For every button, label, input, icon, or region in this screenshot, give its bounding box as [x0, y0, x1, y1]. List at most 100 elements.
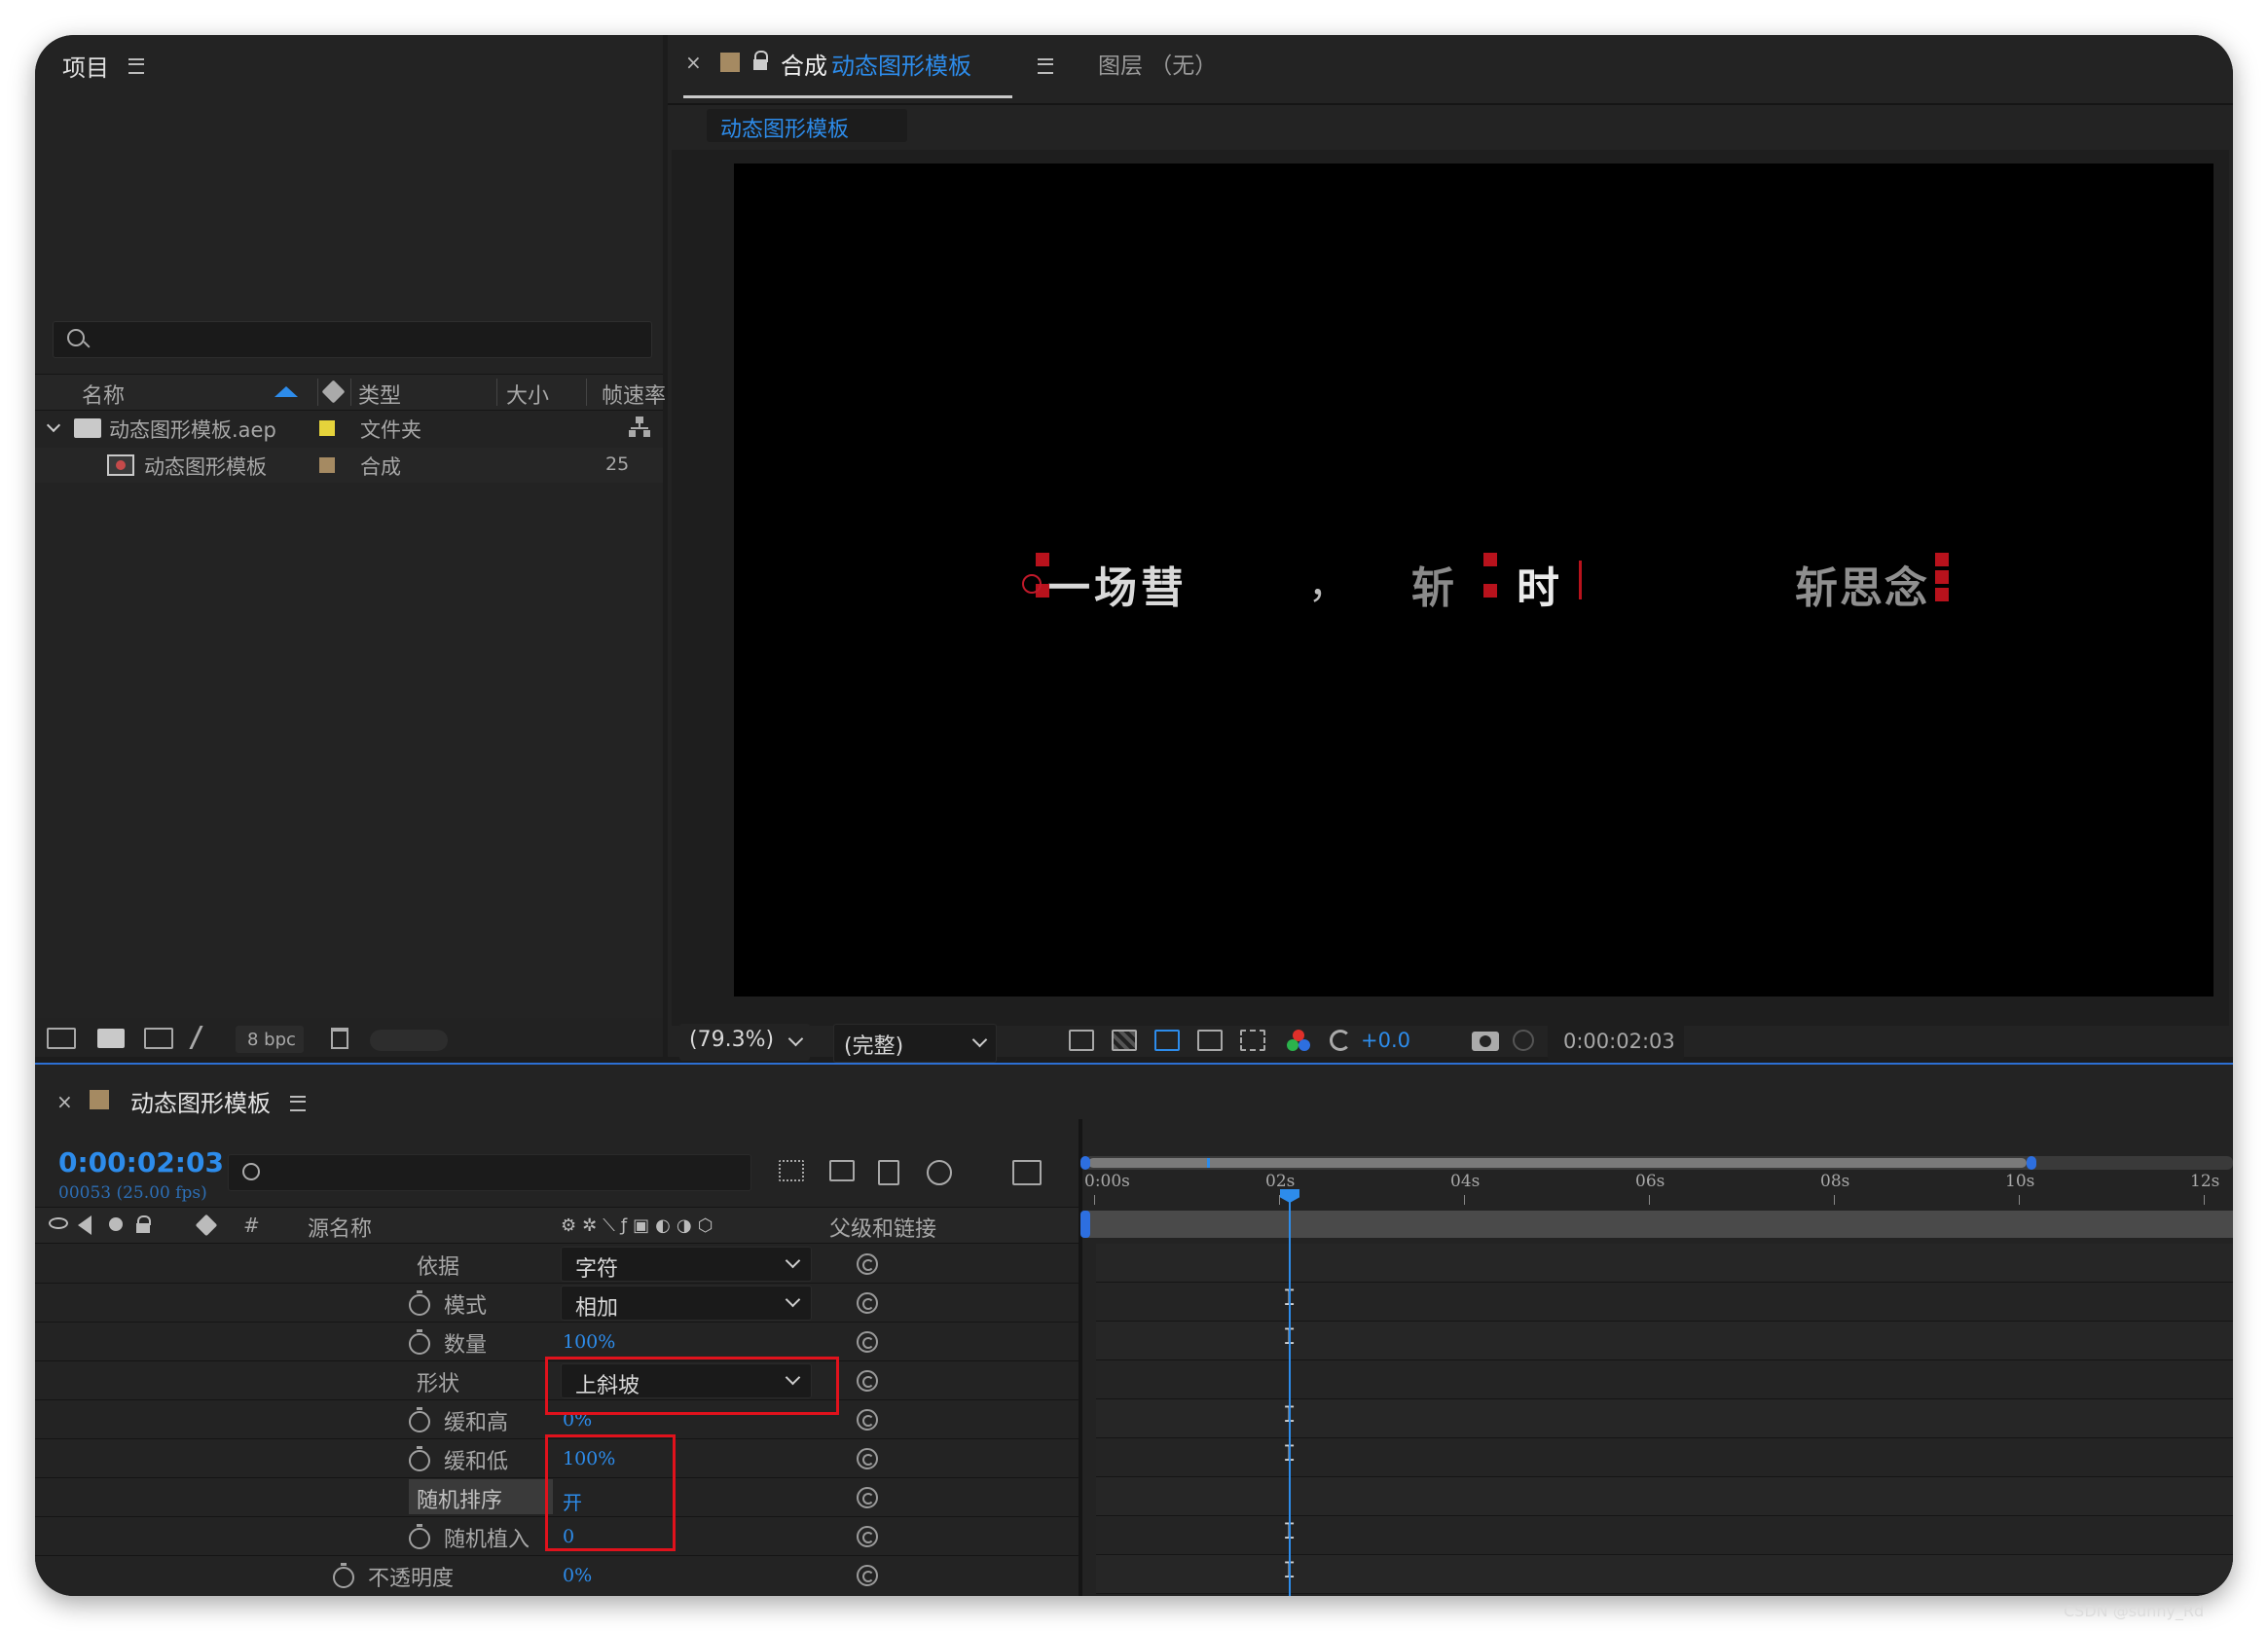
layer-tab[interactable]: 图层 （无）: [1098, 47, 1217, 80]
timeline-title[interactable]: 动态图形模板: [130, 1084, 271, 1118]
current-timecode[interactable]: 0:00:02:03: [58, 1146, 224, 1178]
column-source-name[interactable]: 源名称: [308, 1212, 372, 1243]
layer-switches-icons[interactable]: ⚙✲⟍ƒ▣◐◑⬡: [561, 1215, 794, 1236]
transparency-grid-icon[interactable]: [1112, 1030, 1137, 1051]
breadcrumb[interactable]: 动态图形模板: [707, 109, 907, 142]
stopwatch-icon[interactable]: [333, 1563, 354, 1588]
snapshot-camera-icon[interactable]: [1472, 1032, 1499, 1051]
channel-rgb-icon[interactable]: [1287, 1030, 1310, 1053]
selection-handle[interactable]: [1935, 553, 1949, 566]
selection-handle[interactable]: [1935, 588, 1949, 601]
comp-flowchart-icon[interactable]: [779, 1160, 804, 1181]
frame-blending-icon[interactable]: [878, 1160, 899, 1185]
track-area[interactable]: 0:00s02s04s06s08s10s12s IIIIII: [1080, 1119, 2233, 1596]
property-row[interactable]: 依据 字符: [35, 1244, 1079, 1283]
track-row[interactable]: I: [1096, 1438, 2233, 1477]
current-time-display[interactable]: 0:00:02:03: [1548, 1024, 1684, 1061]
speaker-icon[interactable]: [78, 1215, 91, 1235]
stopwatch-icon[interactable]: [409, 1524, 430, 1549]
draft-3d-icon[interactable]: [829, 1160, 855, 1181]
zoom-dropdown[interactable]: (79.3%): [679, 1024, 810, 1061]
label-swatch[interactable]: [319, 420, 335, 436]
viewer-menu-icon[interactable]: [1038, 58, 1053, 74]
property-dropdown[interactable]: 相加: [561, 1286, 812, 1321]
expand-chevron-icon[interactable]: [46, 417, 61, 433]
column-parent-link[interactable]: 父级和链接: [829, 1212, 936, 1243]
track-row[interactable]: I: [1096, 1555, 2233, 1594]
track-row[interactable]: I: [1096, 1322, 2233, 1360]
pickwhip-icon[interactable]: [857, 1565, 878, 1586]
lock-icon[interactable]: [753, 51, 768, 72]
property-row[interactable]: 模式 相加: [35, 1283, 1079, 1322]
pickwhip-icon[interactable]: [857, 1292, 878, 1314]
guides-grid-icon[interactable]: [1240, 1030, 1265, 1051]
trash-icon[interactable]: [331, 1028, 348, 1049]
time-ruler[interactable]: 0:00s 02s 04s 06s 08s 10s 12s: [1084, 1172, 2233, 1207]
pickwhip-icon[interactable]: [857, 1526, 878, 1547]
stopwatch-icon[interactable]: [409, 1290, 430, 1316]
selection-handle[interactable]: [1036, 553, 1049, 566]
column-type[interactable]: 类型: [358, 379, 401, 410]
pickwhip-icon[interactable]: [857, 1370, 878, 1392]
label-tag-icon[interactable]: [195, 1214, 218, 1237]
lock-icon[interactable]: [136, 1215, 151, 1233]
stopwatch-icon[interactable]: [409, 1329, 430, 1355]
reset-exposure-icon[interactable]: [1330, 1030, 1351, 1051]
work-area-bar[interactable]: [1080, 1156, 2233, 1170]
flowchart-icon[interactable]: [629, 417, 650, 438]
stopwatch-icon[interactable]: [409, 1446, 430, 1471]
bit-depth-button[interactable]: 8 bpc: [236, 1026, 304, 1053]
mask-visibility-icon[interactable]: [1154, 1030, 1180, 1051]
property-value[interactable]: 100%: [563, 1331, 615, 1353]
pickwhip-icon[interactable]: [857, 1487, 878, 1508]
graph-editor-icon[interactable]: [1012, 1160, 1042, 1185]
comp-tab-name[interactable]: 动态图形模板: [831, 47, 971, 81]
pickwhip-icon[interactable]: [857, 1253, 878, 1275]
work-area-start-handle[interactable]: [1080, 1156, 1090, 1170]
project-row-folder[interactable]: 动态图形模板.aep 文件夹: [35, 411, 663, 446]
track-row[interactable]: I: [1096, 1283, 2233, 1322]
column-size[interactable]: 大小: [506, 379, 549, 410]
track-row[interactable]: [1096, 1477, 2233, 1516]
track-row[interactable]: [1096, 1244, 2233, 1283]
eye-icon[interactable]: [49, 1217, 68, 1229]
composition-canvas[interactable]: 一场彗 ， 斩 时 斩思念: [734, 163, 2213, 997]
project-menu-icon[interactable]: [128, 58, 144, 74]
region-of-interest-icon[interactable]: [1197, 1030, 1223, 1051]
playhead[interactable]: [1280, 1189, 1299, 1596]
fast-preview-icon[interactable]: [1069, 1030, 1094, 1051]
track-row[interactable]: I: [1096, 1399, 2233, 1438]
property-dropdown[interactable]: 字符: [561, 1247, 812, 1282]
close-icon[interactable]: ×: [685, 51, 702, 74]
selection-handle[interactable]: [1935, 570, 1949, 584]
selection-handle[interactable]: [1483, 584, 1497, 598]
resolution-dropdown[interactable]: (完整): [833, 1024, 997, 1063]
scroll-thumb[interactable]: [370, 1030, 448, 1051]
solo-icon[interactable]: [109, 1217, 123, 1231]
property-value[interactable]: 0%: [563, 1565, 592, 1586]
layer-duration-bar[interactable]: [1080, 1211, 2233, 1238]
stopwatch-icon[interactable]: [409, 1407, 430, 1432]
selection-handle[interactable]: [1483, 553, 1497, 566]
new-folder-icon[interactable]: [97, 1029, 125, 1048]
sort-ascending-icon[interactable]: [274, 386, 298, 397]
track-row[interactable]: I: [1096, 1516, 2233, 1555]
label-swatch[interactable]: [319, 457, 335, 473]
timeline-search-input[interactable]: [228, 1154, 751, 1191]
pickwhip-icon[interactable]: [857, 1409, 878, 1431]
work-area-end-handle[interactable]: [2027, 1156, 2036, 1170]
column-fps[interactable]: 帧速率: [602, 379, 666, 410]
comp-tab-prefix[interactable]: 合成: [781, 47, 827, 81]
label-tag-icon[interactable]: [321, 380, 346, 404]
anchor-point-icon[interactable]: [1022, 574, 1042, 594]
property-row[interactable]: 数量 100%: [35, 1322, 1079, 1360]
project-row-comp[interactable]: 动态图形模板 合成 25: [35, 448, 663, 483]
show-snapshot-icon[interactable]: [1513, 1030, 1534, 1051]
close-icon[interactable]: ×: [56, 1090, 73, 1113]
pickwhip-icon[interactable]: [857, 1448, 878, 1469]
exposure-value[interactable]: +0.0: [1361, 1029, 1410, 1052]
timeline-menu-icon[interactable]: [290, 1096, 306, 1111]
pickwhip-icon[interactable]: [857, 1331, 878, 1353]
track-row[interactable]: [1096, 1360, 2233, 1399]
new-composition-icon[interactable]: [144, 1028, 173, 1049]
